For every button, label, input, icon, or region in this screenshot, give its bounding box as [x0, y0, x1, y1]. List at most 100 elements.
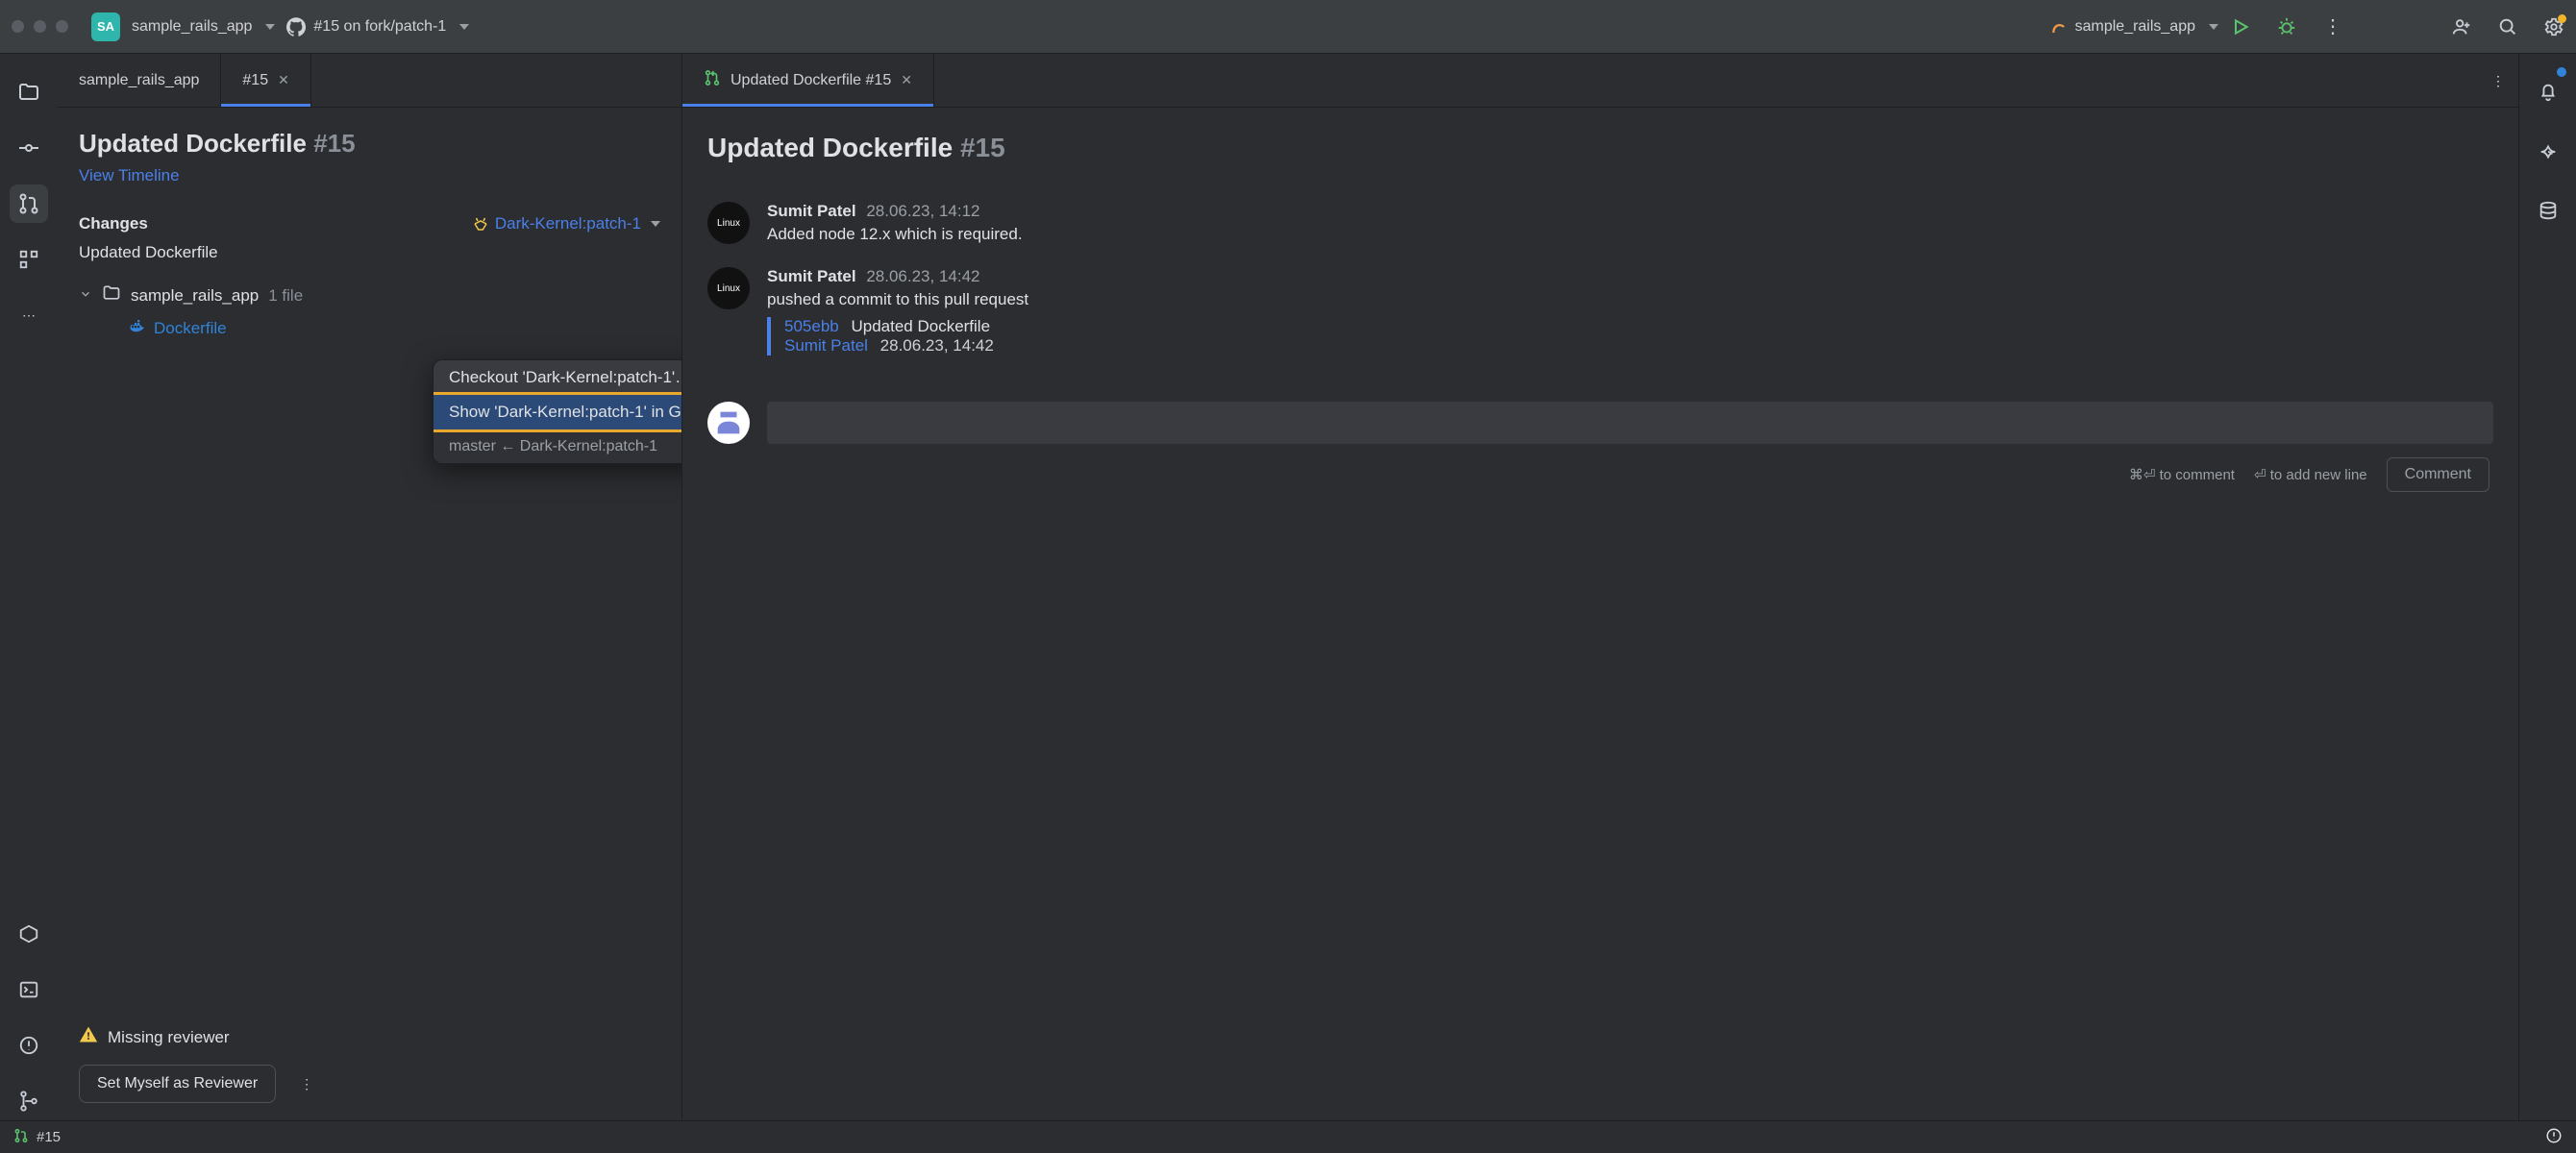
timeline-event: Linux Sumit Patel 28.06.23, 14:42 pushed… — [707, 267, 2493, 356]
avatar: Linux — [707, 202, 750, 244]
pr-number: #15 — [313, 129, 355, 158]
vcs-branch-dropdown[interactable]: #15 on fork/patch-1 — [286, 17, 469, 37]
event-date: 28.06.23, 14:42 — [866, 267, 979, 285]
github-icon — [286, 17, 306, 37]
branch-context-menu: Checkout 'Dark-Kernel:patch-1'… Show 'Da… — [433, 359, 681, 464]
view-timeline-link[interactable]: View Timeline — [79, 166, 180, 185]
pull-request-changes-panel: sample_rails_app #15 ✕ Updated Dockerfil… — [58, 54, 682, 1120]
tab-label: Updated Dockerfile #15 — [731, 72, 891, 89]
changes-title: Updated Dockerfile #15 — [79, 129, 660, 159]
event-date: 28.06.23, 14:12 — [866, 202, 979, 220]
warning-text: Missing reviewer — [108, 1028, 230, 1047]
more-icon[interactable]: ⋮ — [2322, 16, 2343, 37]
rails-icon — [2050, 18, 2068, 36]
changes-tree-root[interactable]: sample_rails_app 1 file — [79, 283, 660, 307]
pull-request-icon — [704, 69, 721, 91]
titlebar: SA sample_rails_app #15 on fork/patch-1 … — [0, 0, 2576, 54]
branch-name: Dark-Kernel:patch-1 — [495, 214, 641, 233]
set-myself-reviewer-button[interactable]: Set Myself as Reviewer — [79, 1065, 276, 1103]
run-config-dropdown[interactable]: sample_rails_app — [2050, 18, 2218, 36]
window-controls — [12, 20, 68, 33]
run-config-label: sample_rails_app — [2075, 18, 2195, 36]
statusbar-problems-icon[interactable] — [2545, 1132, 2563, 1148]
statusbar: #15 — [0, 1120, 2576, 1153]
tab-pr-timeline[interactable]: Updated Dockerfile #15 ✕ — [682, 54, 934, 107]
notifications-icon[interactable] — [2529, 73, 2567, 111]
close-icon[interactable]: ✕ — [901, 72, 912, 88]
pr-title-text: Updated Dockerfile — [707, 133, 953, 162]
menu-footer: master ← Dark-Kernel:patch-1 — [433, 429, 681, 463]
commit-date: 28.06.23, 14:42 — [880, 336, 994, 355]
event-body: Added node 12.x which is required. — [767, 225, 1023, 244]
tab-more-icon[interactable]: ⋮ — [2491, 73, 2505, 89]
timeline-event: Linux Sumit Patel 28.06.23, 14:12 Added … — [707, 202, 2493, 244]
settings-icon[interactable] — [2543, 16, 2564, 37]
project-tool-icon[interactable] — [10, 73, 48, 111]
code-with-me-icon[interactable] — [2451, 16, 2472, 37]
comment-input[interactable] — [767, 402, 2493, 444]
tab-label: sample_rails_app — [79, 72, 199, 89]
pull-request-icon[interactable] — [13, 1128, 29, 1147]
services-tool-icon[interactable] — [10, 915, 48, 953]
folder-name: sample_rails_app — [131, 286, 259, 306]
comment-button[interactable]: Comment — [2387, 457, 2489, 492]
warning-icon — [79, 1025, 98, 1049]
pr-timeline-view: Updated Dockerfile #15 Linux Sumit Patel… — [682, 108, 2518, 1120]
tab-project[interactable]: sample_rails_app — [58, 54, 221, 107]
close-icon[interactable]: ✕ — [278, 72, 289, 88]
commit-author: Sumit Patel — [784, 336, 868, 355]
problems-tool-icon[interactable] — [10, 1026, 48, 1065]
terminal-tool-icon[interactable] — [10, 970, 48, 1009]
pr-title-text: Updated Dockerfile — [79, 129, 307, 158]
vcs-branch-label: #15 on fork/patch-1 — [313, 18, 446, 36]
commit-sha: 505ebb — [784, 317, 839, 335]
commit-message: Updated Dockerfile — [79, 243, 660, 262]
database-icon[interactable] — [2529, 192, 2567, 231]
current-user-avatar — [707, 402, 750, 444]
pr-title: Updated Dockerfile #15 — [707, 133, 2493, 163]
close-window-icon[interactable] — [12, 20, 24, 33]
branch-dropdown[interactable]: Dark-Kernel:patch-1 — [472, 214, 660, 233]
editor-tabs: Updated Dockerfile #15 ✕ ⋮ — [682, 54, 2518, 108]
folder-icon — [102, 283, 121, 307]
statusbar-pr-label[interactable]: #15 — [37, 1129, 61, 1145]
commit-message: Updated Dockerfile — [851, 317, 990, 335]
commit-tool-icon[interactable] — [10, 129, 48, 167]
event-author: Sumit Patel — [767, 267, 856, 285]
menu-item-checkout[interactable]: Checkout 'Dark-Kernel:patch-1'… — [433, 360, 681, 395]
minimize-window-icon[interactable] — [34, 20, 46, 33]
search-icon[interactable] — [2497, 16, 2518, 37]
docker-file-icon — [129, 317, 146, 339]
pr-number: #15 — [960, 133, 1005, 162]
run-icon[interactable] — [2230, 16, 2251, 37]
more-actions-icon[interactable]: ⋮ — [289, 1076, 324, 1092]
missing-reviewer-warning: Missing reviewer — [79, 1025, 660, 1049]
avatar: Linux — [707, 267, 750, 309]
left-tabs: sample_rails_app #15 ✕ — [58, 54, 681, 108]
more-tools-icon[interactable]: ⋯ — [10, 296, 48, 334]
tab-pr-15[interactable]: #15 ✕ — [221, 54, 310, 107]
ai-assistant-icon[interactable] — [2529, 133, 2567, 171]
structure-tool-icon[interactable] — [10, 240, 48, 279]
commit-reference[interactable]: 505ebb Updated Dockerfile Sumit Patel 28… — [767, 317, 2493, 356]
tab-label: #15 — [242, 72, 268, 89]
right-tool-rail — [2518, 54, 2576, 1120]
file-name: Dockerfile — [154, 319, 227, 338]
changed-file-item[interactable]: Dockerfile — [79, 317, 660, 339]
left-tool-rail: ⋯ — [0, 54, 58, 1120]
project-dropdown[interactable]: sample_rails_app — [132, 18, 275, 36]
git-tool-icon[interactable] — [10, 1082, 48, 1120]
hint-newline-shortcut: ⏎ to add new line — [2254, 466, 2367, 483]
changes-section-label: Changes — [79, 214, 148, 233]
debug-icon[interactable] — [2276, 16, 2297, 37]
event-body: pushed a commit to this pull request — [767, 290, 2493, 309]
notification-dot — [2557, 67, 2566, 77]
menu-item-show-in-git-log[interactable]: Show 'Dark-Kernel:patch-1' in Git Log — [433, 395, 681, 429]
file-count: 1 file — [268, 286, 303, 306]
hint-comment-shortcut: ⌘⏎ to comment — [2129, 466, 2235, 483]
maximize-window-icon[interactable] — [56, 20, 68, 33]
chevron-down-icon — [79, 286, 92, 306]
event-author: Sumit Patel — [767, 202, 856, 220]
project-badge: SA — [91, 12, 120, 41]
pull-requests-tool-icon[interactable] — [10, 184, 48, 223]
